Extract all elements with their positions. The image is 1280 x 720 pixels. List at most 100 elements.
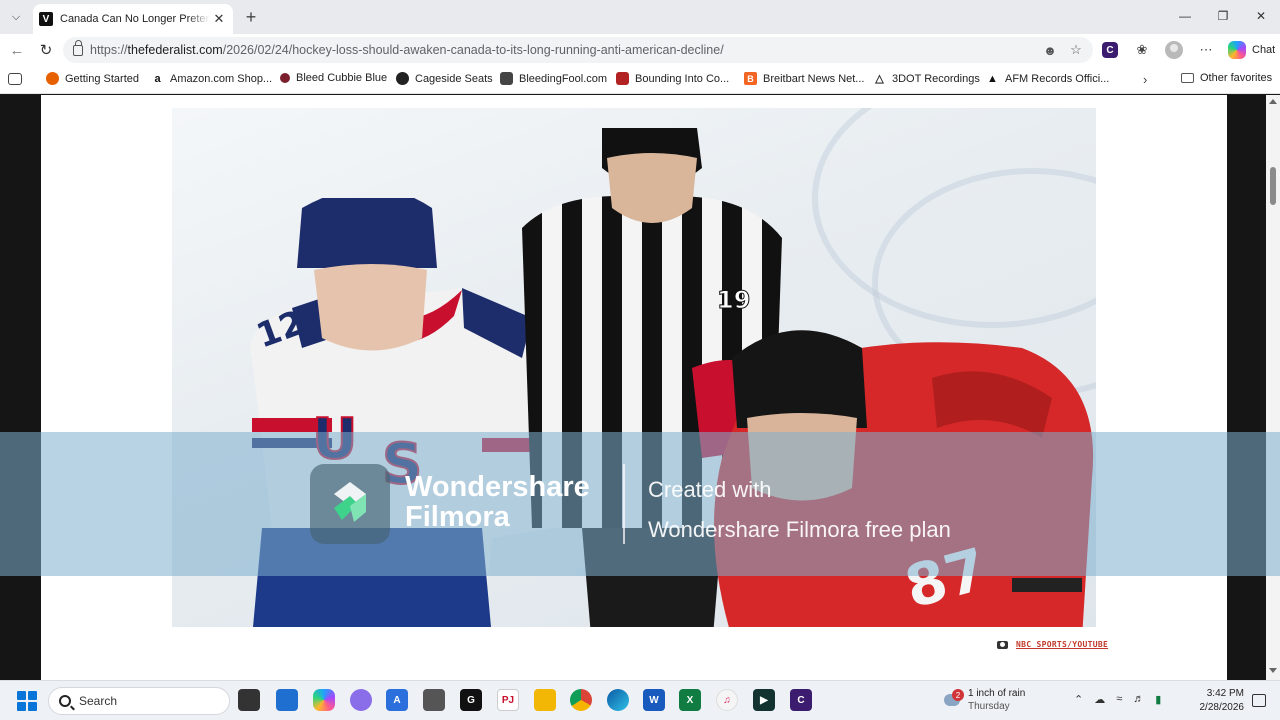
- tab-close-icon[interactable]: ✕: [211, 11, 227, 27]
- windows-taskbar: Search A G PJ W X ♫ ▶ C 2 1 inch of rain…: [0, 680, 1280, 720]
- bleed-cubbie-blue-icon: [280, 73, 290, 83]
- start-button-windows-icon[interactable]: [17, 691, 37, 711]
- avatar: [1165, 41, 1183, 59]
- chat-label: Chat: [1252, 44, 1276, 56]
- favorites-bar: Getting Started a Amazon.com Shop... Ble…: [0, 66, 1280, 94]
- favorite-label: Getting Started: [65, 72, 139, 85]
- app-icon[interactable]: PJ: [497, 689, 519, 711]
- scroll-down-arrow-icon[interactable]: [1269, 668, 1277, 673]
- more-options-icon[interactable]: ⋯: [1194, 38, 1218, 62]
- page-scrollbar[interactable]: [1266, 95, 1280, 680]
- search-label: Search: [79, 694, 118, 708]
- browser-toolbar: ← ↻ https://thefederalist.com/2026/02/24…: [0, 34, 1280, 66]
- favorite-cageside-seats[interactable]: Cageside Seats: [396, 72, 493, 85]
- scroll-up-arrow-icon[interactable]: [1269, 99, 1277, 104]
- refresh-button[interactable]: ↻: [34, 38, 58, 62]
- chrome-icon[interactable]: [570, 689, 592, 711]
- url-path: /2026/02/24/hockey-loss-should-awaken-ca…: [222, 43, 724, 57]
- watermark-brand-line2: Filmora: [405, 501, 510, 533]
- favorite-label: 3DOT Recordings: [892, 72, 980, 85]
- photo-credit: NBC SPORTS/YOUTUBE: [997, 640, 1108, 649]
- watermark-brand: Wondershare Filmora: [405, 472, 590, 532]
- maximize-button[interactable]: ❐: [1204, 0, 1242, 32]
- address-bar[interactable]: https://thefederalist.com/2026/02/24/hoc…: [63, 37, 1093, 63]
- weather-text: 1 inch of rain Thursday: [968, 687, 1025, 713]
- word-icon[interactable]: W: [643, 689, 665, 711]
- favorite-star-icon[interactable]: ☆: [1067, 41, 1085, 59]
- chevron-up-icon[interactable]: ⌃: [1074, 693, 1083, 706]
- tab-strip: ⌵ V Canada Can No Longer Pretend To ✕ + …: [0, 0, 1280, 34]
- extension-c-icon: C: [1102, 42, 1118, 58]
- app-icon[interactable]: ▶: [753, 689, 775, 711]
- notifications-icon[interactable]: [1252, 694, 1266, 707]
- filmora-logo-icon: [310, 464, 390, 544]
- itunes-icon[interactable]: ♫: [716, 689, 738, 711]
- system-clock[interactable]: 3:42 PM 2/28/2026: [1196, 687, 1245, 715]
- window-controls: — ❐ ✕: [1166, 0, 1280, 32]
- collections-icon[interactable]: [8, 73, 22, 85]
- camera-icon: [997, 640, 1008, 649]
- cloud-sync-icon[interactable]: ☁: [1094, 693, 1105, 706]
- bounding-into-comics-icon: [616, 72, 629, 85]
- app-icon[interactable]: [423, 689, 445, 711]
- favorite-label: Cageside Seats: [415, 72, 493, 85]
- favorite-amazon[interactable]: a Amazon.com Shop...: [151, 72, 272, 85]
- favorite-label: Bleed Cubbie Blue: [296, 72, 388, 84]
- chevron-down-icon: ⌵: [11, 10, 21, 23]
- favorite-bounding-into-comics[interactable]: Bounding Into Co...: [616, 72, 729, 85]
- app-icon[interactable]: C: [790, 689, 812, 711]
- favorite-label: Breitbart News Net...: [763, 72, 865, 85]
- watermark-text: Created with Wondershare Filmora free pl…: [648, 470, 951, 550]
- weather-widget[interactable]: 2 1 inch of rain Thursday: [944, 687, 1025, 713]
- amazon-icon: a: [151, 72, 164, 85]
- favorite-3dot-recordings[interactable]: △ 3DOT Recordings: [873, 72, 980, 86]
- system-tray: ⌃ ☁ ≈ ♬ ▮: [1074, 693, 1161, 706]
- favorite-breitbart[interactable]: B Breitbart News Net...: [744, 72, 864, 85]
- taskbar-search-box[interactable]: Search: [48, 687, 230, 715]
- back-button[interactable]: ←: [5, 38, 29, 62]
- edge-icon[interactable]: [607, 689, 629, 711]
- excel-icon[interactable]: X: [679, 689, 701, 711]
- chevron-right-icon[interactable]: ›: [1143, 72, 1147, 87]
- svg-text:19: 19: [717, 286, 750, 314]
- task-view-icon[interactable]: [238, 689, 260, 711]
- favorite-label: Bounding Into Co...: [635, 72, 730, 85]
- rain-cloud-icon: 2: [944, 689, 964, 706]
- battery-icon[interactable]: ▮: [1155, 693, 1161, 706]
- people-icon[interactable]: [350, 689, 372, 711]
- photo-credit-link[interactable]: NBC SPORTS/YOUTUBE: [1016, 640, 1108, 649]
- close-window-button[interactable]: ✕: [1242, 0, 1280, 32]
- extensions-puzzle-icon[interactable]: ❀: [1130, 38, 1154, 62]
- wifi-icon[interactable]: ≈: [1116, 693, 1122, 706]
- scrollbar-thumb[interactable]: [1270, 167, 1276, 205]
- file-explorer-icon[interactable]: [534, 689, 556, 711]
- other-favorites-label: Other favorites: [1200, 72, 1273, 84]
- copilot-chat-button[interactable]: Chat: [1228, 41, 1275, 59]
- page-info-icon[interactable]: ☻: [1041, 41, 1059, 59]
- copilot-icon: [1228, 41, 1246, 59]
- url-text: https://thefederalist.com/2026/02/24/hoc…: [90, 43, 724, 57]
- minimize-button[interactable]: —: [1166, 0, 1204, 32]
- breitbart-icon: B: [744, 72, 757, 85]
- profile-button[interactable]: [1162, 38, 1186, 62]
- extension-button[interactable]: C: [1098, 38, 1122, 62]
- filmora-watermark-banner: Wondershare Filmora Created with Wonders…: [0, 432, 1280, 576]
- active-tab[interactable]: V Canada Can No Longer Pretend To ✕: [33, 4, 233, 34]
- favorite-bleedingfool[interactable]: BleedingFool.com: [500, 72, 607, 85]
- volume-icon[interactable]: ♬: [1133, 693, 1144, 706]
- copilot-taskbar-icon[interactable]: [313, 689, 335, 711]
- watermark-divider: [623, 464, 625, 544]
- clock-time: 3:42 PM: [1206, 688, 1244, 699]
- url-host: thefederalist.com: [127, 43, 223, 57]
- store-icon[interactable]: [276, 689, 298, 711]
- tab-actions-menu-button[interactable]: ⌵: [4, 5, 28, 29]
- watermark-brand-line1: Wondershare: [405, 471, 590, 503]
- app-icon[interactable]: A: [386, 689, 408, 711]
- favorite-getting-started[interactable]: Getting Started: [46, 72, 139, 85]
- tab-title: Canada Can No Longer Pretend To: [60, 13, 210, 25]
- other-favorites-button[interactable]: Other favorites: [1181, 72, 1272, 84]
- favorite-bleed-cubbie-blue[interactable]: Bleed Cubbie Blue: [280, 72, 387, 84]
- new-tab-button[interactable]: +: [240, 6, 262, 28]
- app-icon[interactable]: G: [460, 689, 482, 711]
- favorite-afm-records[interactable]: ▲ AFM Records Offici...: [986, 72, 1109, 85]
